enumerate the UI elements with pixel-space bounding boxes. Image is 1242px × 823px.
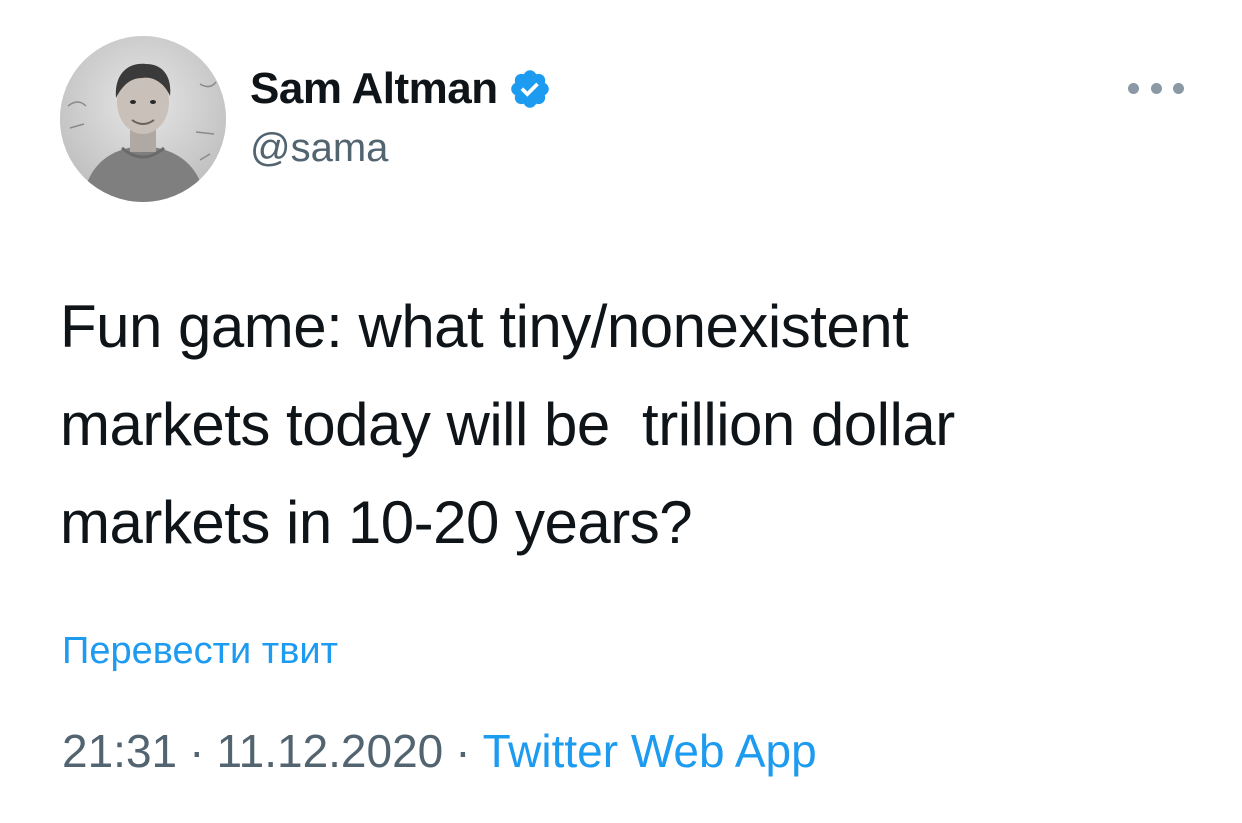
tweet-text: Fun game: what tiny/nonexistent markets … (60, 293, 955, 556)
author-display-name[interactable]: Sam Altman (250, 64, 498, 114)
tweet-meta: 21:31 · 11.12.2020 · Twitter Web App (62, 724, 817, 778)
avatar-photo (60, 36, 226, 202)
name-row: Sam Altman (250, 62, 552, 116)
meta-separator: · (455, 725, 471, 777)
more-dot (1128, 82, 1139, 94)
tweet-date[interactable]: 11.12.2020 (216, 725, 443, 777)
more-dot (1150, 82, 1162, 94)
meta-separator: · (189, 725, 205, 777)
tweet-time[interactable]: 21:31 (62, 725, 177, 777)
author-handle[interactable]: @sama (250, 126, 552, 171)
more-horizontal-icon[interactable] (1128, 74, 1184, 102)
avatar[interactable] (60, 36, 226, 202)
verified-badge-icon (508, 67, 552, 111)
tweet-source-link[interactable]: Twitter Web App (483, 725, 817, 777)
tweet: Sam Altman @sama Fun game: what tiny/non… (0, 0, 1242, 823)
more-dot (1173, 82, 1184, 94)
translate-tweet-link[interactable]: Перевести твит (62, 630, 338, 673)
author-block: Sam Altman @sama (250, 62, 552, 171)
